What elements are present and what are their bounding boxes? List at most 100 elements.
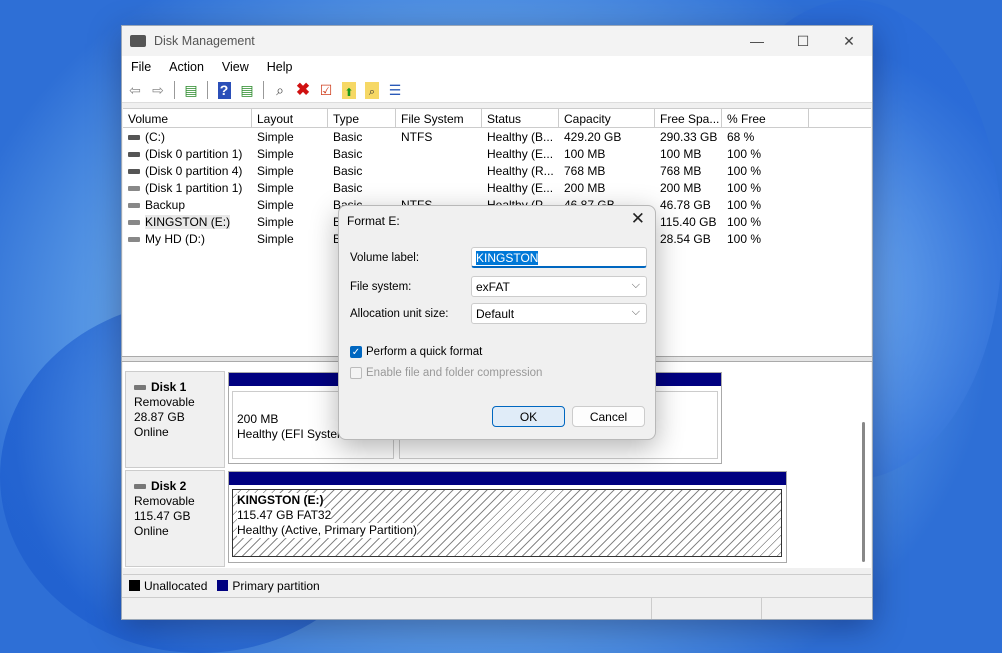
menu-action[interactable]: Action	[160, 60, 213, 74]
cell-capacity: 100 MB	[564, 146, 606, 161]
cell-capacity: 200 MB	[564, 180, 606, 195]
cell-layout: Simple	[257, 146, 294, 161]
drive-icon	[128, 134, 140, 140]
console-tree-icon[interactable]: ▤	[181, 80, 201, 100]
cell-free-space: 100 MB	[660, 146, 702, 161]
volume-name: (Disk 0 partition 1)	[145, 146, 243, 161]
column-file-system[interactable]: File System	[396, 109, 482, 127]
checkbox-empty-icon	[350, 367, 362, 379]
menu-help[interactable]: Help	[258, 60, 302, 74]
menu-view[interactable]: View	[213, 60, 258, 74]
volume-label-label: Volume label:	[350, 252, 420, 264]
cell-free-space: 768 MB	[660, 163, 702, 178]
drive-icon	[128, 219, 140, 225]
quick-format-checkbox[interactable]: ✓ Perform a quick format	[350, 346, 482, 358]
column-status[interactable]: Status	[482, 109, 559, 127]
disk-management-icon	[130, 35, 146, 47]
ok-button[interactable]: OK	[492, 406, 565, 427]
cell-capacity: 768 MB	[564, 163, 606, 178]
cell-status: Healthy (E...	[487, 180, 554, 195]
format-dialog: Format E: ✕ Volume label: KINGSTON File …	[338, 205, 656, 440]
volume-name: Backup	[145, 197, 186, 212]
file-system-select[interactable]: exFAT ⌵	[471, 276, 647, 297]
file-system-value: exFAT	[476, 280, 510, 294]
cell-percent-free: 100 %	[727, 231, 762, 246]
drive-icon	[128, 151, 140, 157]
back-icon[interactable]: ⇦	[125, 80, 145, 100]
legend: Unallocated Primary partition	[123, 574, 871, 596]
column-type[interactable]: Type	[328, 109, 396, 127]
column-volume[interactable]: Volume	[123, 109, 252, 127]
quick-format-label: Perform a quick format	[366, 346, 483, 358]
column-layout[interactable]: Layout	[252, 109, 328, 127]
cell-free-space: 46.78 GB	[660, 197, 711, 212]
column-free-space[interactable]: Free Spa...	[655, 109, 722, 127]
drive-icon	[128, 236, 140, 242]
chevron-down-icon: ⌵	[631, 306, 640, 318]
close-button[interactable]: ✕	[826, 26, 872, 56]
partition-name: KINGSTON (E:)	[237, 493, 324, 508]
toolbar-separator	[174, 81, 175, 99]
folder-up-icon[interactable]: ⬆	[339, 80, 359, 100]
legend-unallocated: Unallocated	[144, 578, 208, 593]
menu-file[interactable]: File	[122, 60, 160, 74]
dialog-title: Format E:	[347, 214, 400, 228]
disk-2-label[interactable]: Disk 2 Removable 115.47 GB Online	[125, 470, 225, 567]
volume-row[interactable]: (Disk 0 partition 1) Simple Basic Healthy (…	[123, 145, 871, 162]
column-capacity[interactable]: Capacity	[559, 109, 655, 127]
help-icon[interactable]: ?	[214, 80, 234, 100]
cell-volume: (Disk 0 partition 4)	[123, 164, 252, 178]
cell-free-space: 290.33 GB	[660, 129, 718, 144]
delete-icon[interactable]: ✖	[293, 80, 313, 100]
cancel-button[interactable]: Cancel	[572, 406, 645, 427]
status-pane	[122, 598, 652, 619]
disk-state: Online	[134, 524, 169, 538]
action-pane-icon[interactable]: ▤	[237, 80, 257, 100]
cell-capacity: 429.20 GB	[564, 129, 622, 144]
volume-name: KINGSTON (E:)	[145, 214, 231, 229]
volume-row[interactable]: (Disk 0 partition 4) Simple Basic Healthy (…	[123, 162, 871, 179]
kingston-partition[interactable]: KINGSTON (E:) 115.47 GB FAT32 Healthy (A…	[232, 489, 782, 557]
unallocated-swatch	[129, 580, 140, 591]
cell-percent-free: 100 %	[727, 197, 762, 212]
cell-file-system: NTFS	[401, 129, 433, 144]
volume-name: (Disk 0 partition 4)	[145, 163, 243, 178]
vertical-scrollbar[interactable]	[862, 422, 865, 562]
cell-layout: Simple	[257, 231, 294, 246]
volume-label-input[interactable]: KINGSTON	[471, 247, 647, 268]
chevron-down-icon: ⌵	[631, 279, 640, 291]
column-percent-free[interactable]: % Free	[722, 109, 809, 127]
check-icon[interactable]: ☑	[316, 80, 336, 100]
compression-checkbox[interactable]: Enable file and folder compression	[350, 367, 542, 379]
cell-volume: My HD (D:)	[123, 232, 252, 246]
cell-layout: Simple	[257, 180, 294, 195]
toolbar-separator	[263, 81, 264, 99]
maximize-button[interactable]: ☐	[780, 26, 826, 56]
disk-2-partitions: KINGSTON (E:) 115.47 GB FAT32 Healthy (A…	[228, 471, 787, 563]
properties-icon[interactable]: ☰	[385, 80, 405, 100]
forward-icon[interactable]: ⇨	[148, 80, 168, 100]
legend-primary: Primary partition	[232, 578, 320, 593]
volume-row[interactable]: (C:) Simple Basic NTFS Healthy (B... 429.20 G…	[123, 128, 871, 145]
dialog-close-button[interactable]: ✕	[631, 209, 645, 229]
allocation-unit-select[interactable]: Default ⌵	[471, 303, 647, 324]
minimize-button[interactable]: —	[734, 26, 780, 56]
cell-free-space: 200 MB	[660, 180, 702, 195]
disk-size: 28.87 GB	[134, 410, 185, 424]
volume-label-value: KINGSTON	[476, 251, 539, 265]
volume-list-header: Volume Layout Type File System Status Ca…	[123, 109, 871, 128]
primary-partition-swatch	[217, 580, 229, 591]
disk-1-label[interactable]: Disk 1 Removable 28.87 GB Online	[125, 371, 225, 468]
cell-status: Healthy (B...	[487, 129, 554, 144]
cell-percent-free: 68 %	[727, 129, 755, 144]
window-title: Disk Management	[154, 34, 255, 48]
status-pane	[652, 598, 762, 619]
folder-search-icon[interactable]: ⌕	[362, 80, 382, 100]
connect-icon[interactable]: ⌕	[270, 80, 290, 100]
cell-free-space: 28.54 GB	[660, 231, 711, 246]
cell-percent-free: 100 %	[727, 146, 762, 161]
volume-row[interactable]: (Disk 1 partition 1) Simple Basic Healthy (…	[123, 179, 871, 196]
disk-type: Removable	[134, 395, 195, 409]
checkmark-icon: ✓	[350, 346, 362, 358]
cell-volume: (Disk 1 partition 1)	[123, 181, 252, 195]
